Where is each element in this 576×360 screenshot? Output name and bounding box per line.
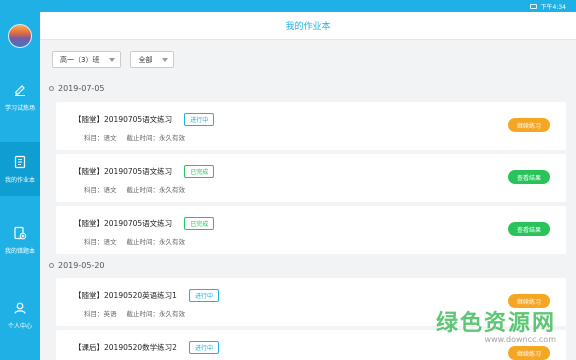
status-bar: 下午4:34: [0, 0, 576, 12]
status-badge: 进行中: [188, 289, 219, 302]
homework-title: 【课后】20190520数学练习2: [74, 343, 177, 352]
date-label: 2019-07-05: [58, 84, 105, 93]
subject-select[interactable]: 全部: [130, 51, 175, 68]
date-header: 2019-07-05: [49, 84, 105, 93]
user-icon: [14, 302, 26, 314]
date-label: 2019-05-20: [58, 261, 105, 270]
status-badge: 进行中: [188, 341, 219, 354]
homework-subject: 科目：语文: [84, 238, 117, 246]
class-select[interactable]: 高一（3）班: [52, 51, 122, 68]
view-result-button[interactable]: 查看结果: [508, 222, 550, 236]
homework-deadline: 截止时间：永久有效: [126, 310, 186, 318]
filter-bar: 高一（3）班 全部: [52, 51, 175, 68]
homework-title: 【随堂】20190705语文练习: [74, 115, 173, 124]
homework-card[interactable]: 【随堂】20190705语文练习 进行中 科目：语文 截止时间：永久有效 继续练…: [56, 102, 566, 150]
main-content: 高一（3）班 全部 2019-07-05 【随堂】20190705语文练习 进行…: [40, 40, 576, 360]
homework-subject: 科目：语文: [84, 186, 117, 194]
date-header: 2019-05-20: [49, 261, 105, 270]
subject-select-value: 全部: [138, 55, 153, 64]
homework-deadline: 截止时间：永久有效: [126, 134, 186, 142]
homework-card[interactable]: 【随堂】20190705语文练习 已完成 科目：语文 截止时间：永久有效 查看结…: [56, 206, 566, 254]
homework-title: 【随堂】20190520英语练习1: [74, 291, 177, 300]
homework-subject: 科目：英语: [84, 310, 117, 318]
sidebar-item-label: 个人中心: [7, 322, 32, 330]
status-badge: 进行中: [184, 113, 215, 126]
pencil-icon: [15, 84, 25, 96]
homework-title: 【随堂】20190705语文练习: [74, 167, 173, 176]
sidebar-item-practice[interactable]: 学习试炼场: [0, 70, 40, 124]
battery-icon: [529, 3, 537, 9]
continue-button[interactable]: 继续练习: [508, 346, 550, 360]
sidebar-item-label: 我的错题本: [4, 247, 35, 255]
chevron-down-icon: [109, 57, 116, 62]
error-book-icon: [14, 226, 27, 239]
homework-deadline: 截止时间：永久有效: [126, 186, 186, 194]
sidebar-item-label: 学习试炼场: [4, 104, 35, 112]
status-badge: 已完成: [184, 165, 215, 178]
homework-card[interactable]: 【随堂】20190705语文练习 已完成 科目：语文 截止时间：永久有效 查看结…: [56, 154, 566, 202]
continue-button[interactable]: 继续练习: [508, 118, 550, 132]
sidebar-item-error-book[interactable]: 我的错题本: [0, 213, 40, 267]
page-header: 我的作业本: [40, 12, 576, 40]
status-time: 下午4:34: [540, 3, 566, 11]
homework-subject: 科目：语文: [84, 134, 117, 142]
sidebar-item-profile[interactable]: 个人中心: [0, 288, 40, 342]
class-select-value: 高一（3）班: [60, 55, 100, 64]
timeline-dot-icon: [49, 263, 54, 268]
homework-deadline: 截止时间：永久有效: [126, 238, 186, 246]
chevron-down-icon: [162, 57, 169, 62]
page-title: 我的作业本: [285, 22, 331, 32]
watermark: 绿色资源网 www.downcc.com: [436, 305, 556, 344]
view-result-button[interactable]: 查看结果: [508, 170, 550, 184]
sidebar-item-label: 我的作业本: [4, 176, 35, 184]
watermark-text: 绿色资源网: [435, 311, 556, 336]
sidebar-item-homework[interactable]: 我的作业本: [0, 142, 40, 196]
homework-title: 【随堂】20190705语文练习: [74, 219, 173, 228]
book-icon: [14, 155, 26, 168]
status-badge: 已完成: [184, 217, 215, 230]
avatar[interactable]: [8, 24, 32, 48]
timeline-dot-icon: [49, 86, 54, 91]
sidebar: 学习试炼场 我的作业本 我的错题本 个人中心: [0, 0, 40, 360]
